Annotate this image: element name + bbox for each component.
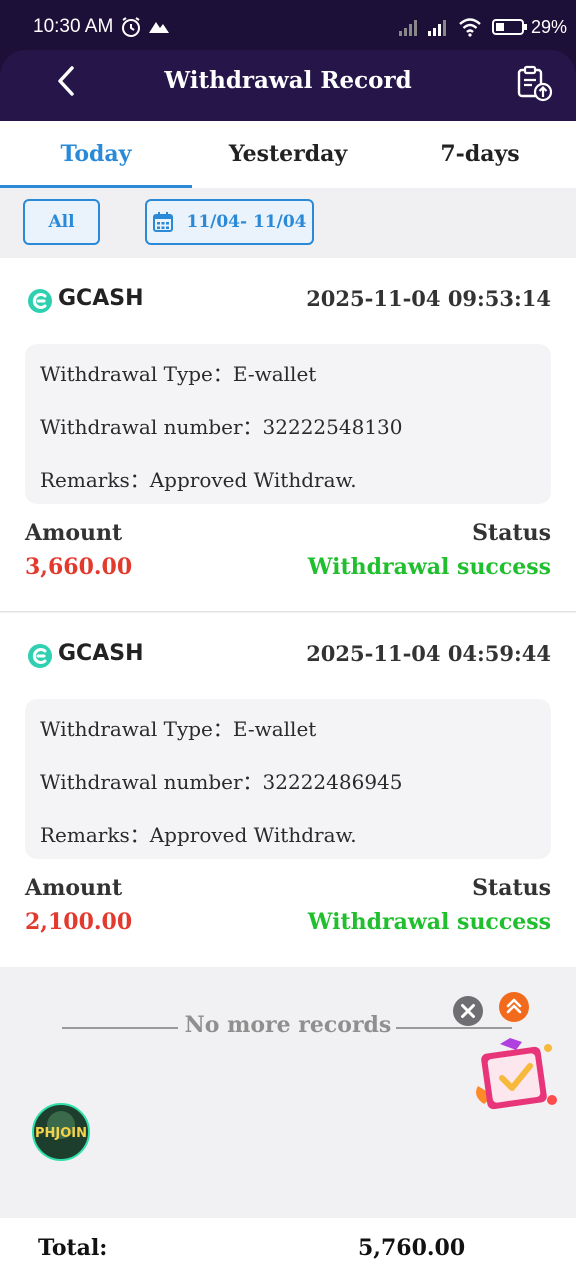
- scroll-top-icon[interactable]: [498, 991, 530, 1023]
- record-header: GCASH 2025-11-04 04:59:44: [25, 641, 551, 671]
- phjoin-text: PHJOIN: [35, 1126, 87, 1141]
- remarks-row: Remarks：Approved Withdraw.: [40, 464, 357, 493]
- filter-all-button[interactable]: All: [23, 199, 100, 245]
- amount-value: 2,100.00: [25, 909, 133, 935]
- gcash-icon: [28, 644, 52, 668]
- withdrawal-number-value: 32222486945: [262, 770, 403, 794]
- withdrawal-type-label: Withdrawal Type：: [40, 362, 233, 386]
- withdrawal-number-label: Withdrawal number：: [40, 415, 263, 439]
- provider-name: GCASH: [58, 641, 144, 666]
- total-bar: Total: 5,760.00: [0, 1218, 576, 1280]
- close-icon[interactable]: [452, 995, 484, 1027]
- withdrawal-number-row: Withdrawal number：32222486945: [40, 766, 403, 795]
- wifi-icon: [459, 18, 481, 37]
- phjoin-logo-icon: PHJOIN: [32, 1103, 90, 1161]
- remarks-row: Remarks：Approved Withdraw.: [40, 819, 357, 848]
- mountain-icon: [149, 22, 169, 33]
- tab-7-days[interactable]: 7-days: [384, 121, 576, 188]
- signal-icon: [428, 20, 446, 36]
- withdrawal-type-label: Withdrawal Type：: [40, 717, 233, 741]
- header: Withdrawal Record: [0, 50, 576, 121]
- date-range-label: 11/04- 11/04: [186, 212, 307, 232]
- record-details: Withdrawal Type：E-wallet Withdrawal numb…: [25, 699, 551, 859]
- filter-row: All 11/04- 11/04: [0, 188, 576, 258]
- date-range-button[interactable]: 11/04- 11/04: [145, 199, 314, 245]
- battery-icon: [492, 19, 527, 35]
- total-label: Total:: [38, 1235, 108, 1261]
- signal-icon: [399, 20, 417, 36]
- amount-value: 3,660.00: [25, 554, 133, 580]
- withdrawal-number-value: 32222548130: [262, 415, 403, 439]
- record-header: GCASH 2025-11-04 09:53:14: [25, 286, 551, 316]
- calendar-icon: [153, 212, 174, 232]
- amount-label: Amount: [25, 875, 123, 901]
- record-card: GCASH 2025-11-04 09:53:14 Withdrawal Typ…: [0, 258, 576, 612]
- status-label: Status: [472, 520, 551, 546]
- divider: [396, 1027, 512, 1029]
- withdrawal-type-row: Withdrawal Type：E-wallet: [40, 713, 316, 742]
- battery-percent: 29%: [531, 17, 568, 37]
- page-title: Withdrawal Record: [164, 67, 412, 94]
- status-value: Withdrawal success: [307, 909, 551, 935]
- withdrawal-number-row: Withdrawal number：32222548130: [40, 411, 403, 440]
- alarm-icon: [122, 17, 140, 37]
- tab-yesterday[interactable]: Yesterday: [192, 121, 384, 188]
- withdrawal-type-value: E-wallet: [232, 362, 317, 386]
- withdrawal-type-row: Withdrawal Type：E-wallet: [40, 358, 316, 387]
- clipboard-upload-icon[interactable]: [514, 64, 554, 102]
- date-tabs: Today Yesterday 7-days: [0, 121, 576, 188]
- withdrawal-type-value: E-wallet: [232, 717, 317, 741]
- gcash-icon: [28, 289, 52, 313]
- phjoin-badge[interactable]: PHJOIN: [32, 1103, 90, 1161]
- status-time: 10:30 AM: [33, 16, 114, 37]
- top-bar: 10:30 AM 29% Withdrawal Record: [0, 0, 576, 121]
- remarks-value: Approved Withdraw.: [149, 823, 357, 847]
- total-value: 5,760.00: [358, 1235, 466, 1261]
- amount-label: Amount: [25, 520, 123, 546]
- withdrawal-number-label: Withdrawal number：: [40, 770, 263, 794]
- remarks-label: Remarks：: [40, 823, 150, 847]
- provider-name: GCASH: [58, 286, 144, 311]
- status-label: Status: [472, 875, 551, 901]
- remarks-label: Remarks：: [40, 468, 150, 492]
- status-bar: 10:30 AM 29%: [0, 0, 576, 50]
- record-details: Withdrawal Type：E-wallet Withdrawal numb…: [25, 344, 551, 504]
- status-value: Withdrawal success: [307, 554, 551, 580]
- tab-today[interactable]: Today: [0, 121, 192, 188]
- record-card: GCASH 2025-11-04 04:59:44 Withdrawal Typ…: [0, 613, 576, 967]
- gift-box-icon[interactable]: [470, 1034, 560, 1114]
- record-datetime: 2025-11-04 09:53:14: [306, 286, 551, 311]
- remarks-value: Approved Withdraw.: [149, 468, 357, 492]
- record-datetime: 2025-11-04 04:59:44: [306, 641, 551, 666]
